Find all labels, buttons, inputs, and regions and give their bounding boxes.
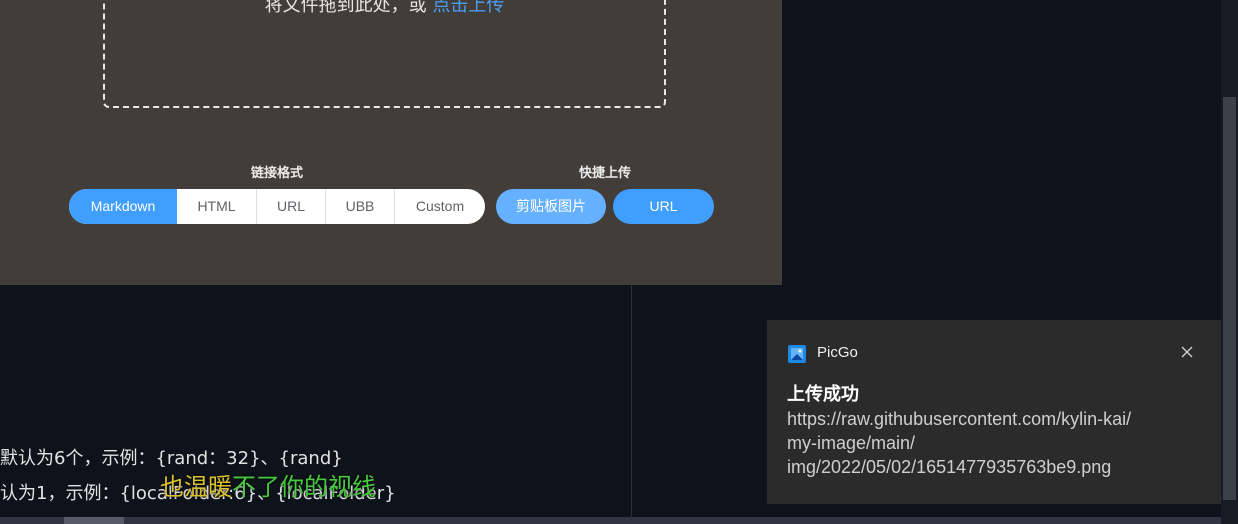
upload-dropzone[interactable]: 将文件拖到此处，或 点击上传 [103, 0, 666, 108]
link-format-title: 链接格式 [250, 166, 303, 181]
dropzone-hint: 将文件拖到此处，或 [264, 0, 433, 16]
lyric-rest: 不了你的视线 [232, 473, 376, 501]
vertical-scroll-thumb[interactable] [1223, 97, 1236, 500]
picgo-app-icon [788, 345, 806, 363]
format-option-url[interactable]: URL [256, 189, 325, 224]
horizontal-scrollbar[interactable] [0, 517, 1221, 524]
notification-url-line: my-image/main/ [787, 433, 916, 453]
notification-title: 上传成功 [787, 384, 859, 405]
click-upload-link[interactable]: 点击上传 [432, 0, 504, 16]
doc-text-line: 默认为6个，示例：{rand：32}、{rand} [0, 448, 343, 469]
picgo-upload-panel: 将文件拖到此处，或 点击上传 链接格式 Markdown HTML URL UB… [0, 0, 782, 285]
format-option-markdown[interactable]: Markdown [69, 189, 177, 224]
dropzone-text: 将文件拖到此处，或 点击上传 [105, 0, 664, 16]
link-format-selector: Markdown HTML URL UBB Custom [69, 189, 485, 224]
notification-toast[interactable]: PicGo 上传成功 https://raw.githubusercontent… [767, 320, 1221, 504]
quick-upload-title: 快捷上传 [578, 166, 631, 181]
notification-url-line: img/2022/05/02/1651477935763be9.png [787, 457, 1112, 477]
notification-app-name: PicGo [817, 344, 858, 361]
notification-body: https://raw.githubusercontent.com/kylin-… [787, 407, 1207, 479]
notification-url-line: https://raw.githubusercontent.com/kylin-… [787, 409, 1132, 429]
format-option-ubb[interactable]: UBB [325, 189, 394, 224]
lyric-highlight: 也温暖 [160, 473, 232, 501]
url-upload-button[interactable]: URL [613, 189, 714, 224]
horizontal-scroll-thumb[interactable] [64, 517, 124, 524]
format-option-html[interactable]: HTML [177, 189, 256, 224]
close-icon[interactable] [1177, 342, 1197, 362]
editor-divider [631, 285, 632, 524]
format-option-custom[interactable]: Custom [394, 189, 485, 224]
clipboard-upload-button[interactable]: 剪贴板图片 [496, 189, 606, 224]
desktop-lyric: 也温暖不了你的视线 [160, 472, 376, 502]
